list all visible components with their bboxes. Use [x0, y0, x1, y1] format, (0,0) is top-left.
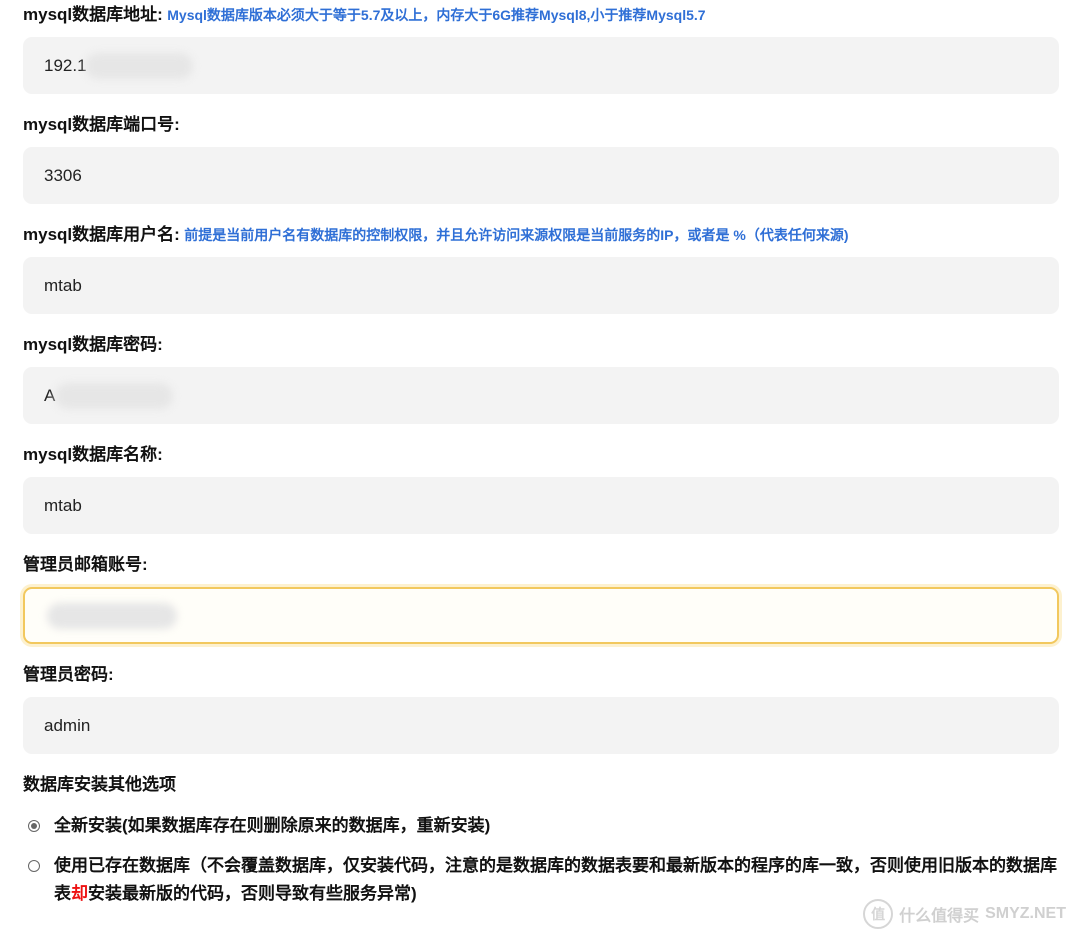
admin-email-input[interactable] [23, 587, 1059, 644]
field-mysql-port: mysql数据库端口号: 3306 [23, 110, 1059, 204]
mysql-password-value: A [44, 386, 56, 405]
radio-unchecked-icon[interactable] [28, 860, 40, 872]
mysql-password-input[interactable]: A [23, 367, 1059, 424]
mysql-dbname-input[interactable]: mtab [23, 477, 1059, 534]
watermark-site: SMYZ.NET [985, 905, 1066, 922]
mysql-user-value: mtab [44, 276, 82, 295]
option-fresh-install-label: 全新安装(如果数据库存在则删除原来的数据库，重新安装) [54, 816, 491, 835]
field-mysql-dbname: mysql数据库名称: mtab [23, 440, 1059, 534]
field-admin-email: 管理员邮箱账号: [23, 550, 1059, 644]
mysql-host-input[interactable]: 192.1 [23, 37, 1059, 94]
mysql-host-label: mysql数据库地址: [23, 5, 163, 24]
redaction-blur [55, 383, 173, 409]
watermark: 值 什么值得买 SMYZ.NET [863, 899, 1066, 929]
mysql-user-label: mysql数据库用户名: [23, 225, 180, 244]
admin-password-input[interactable]: admin [23, 697, 1059, 754]
admin-password-label: 管理员密码: [23, 665, 114, 684]
admin-email-label: 管理员邮箱账号: [23, 555, 148, 574]
mysql-dbname-label: mysql数据库名称: [23, 445, 163, 464]
mysql-password-label: mysql数据库密码: [23, 335, 163, 354]
field-mysql-user: mysql数据库用户名: 前提是当前用户名有数据库的控制权限，并且允许访问来源权… [23, 220, 1059, 314]
mysql-port-input[interactable]: 3306 [23, 147, 1059, 204]
mysql-dbname-value: mtab [44, 496, 82, 515]
field-admin-password: 管理员密码: admin [23, 660, 1059, 754]
watermark-text: 什么值得买 [899, 908, 980, 925]
mysql-user-input[interactable]: mtab [23, 257, 1059, 314]
mysql-host-value: 192.1 [44, 56, 87, 75]
redaction-blur [85, 53, 193, 79]
mysql-port-label: mysql数据库端口号: [23, 115, 180, 134]
option-fresh-install[interactable]: 全新安装(如果数据库存在则删除原来的数据库，重新安装) [23, 812, 1059, 840]
option-use-existing-text-end: 安装最新版的代码，否则导致有些服务异常) [88, 884, 417, 903]
install-options-title: 数据库安装其他选项 [23, 775, 176, 794]
mysql-host-hint: Mysql数据库版本必须大于等于5.7及以上，内存大于6G推荐Mysql8,小于… [167, 7, 706, 23]
admin-password-value: admin [44, 716, 91, 735]
install-form: mysql数据库地址: Mysql数据库版本必须大于等于5.7及以上，内存大于6… [23, 0, 1059, 908]
mysql-user-hint: 前提是当前用户名有数据库的控制权限，并且允许访问来源权限是当前服务的IP，或者是… [184, 227, 849, 243]
field-mysql-password: mysql数据库密码: A [23, 330, 1059, 424]
radio-checked-icon[interactable] [28, 820, 40, 832]
mysql-port-value: 3306 [44, 166, 82, 185]
watermark-badge-icon: 值 [863, 899, 894, 929]
option-use-existing-warning: 却 [71, 884, 88, 903]
field-mysql-host: mysql数据库地址: Mysql数据库版本必须大于等于5.7及以上，内存大于6… [23, 0, 1059, 94]
redaction-blur [47, 603, 177, 629]
